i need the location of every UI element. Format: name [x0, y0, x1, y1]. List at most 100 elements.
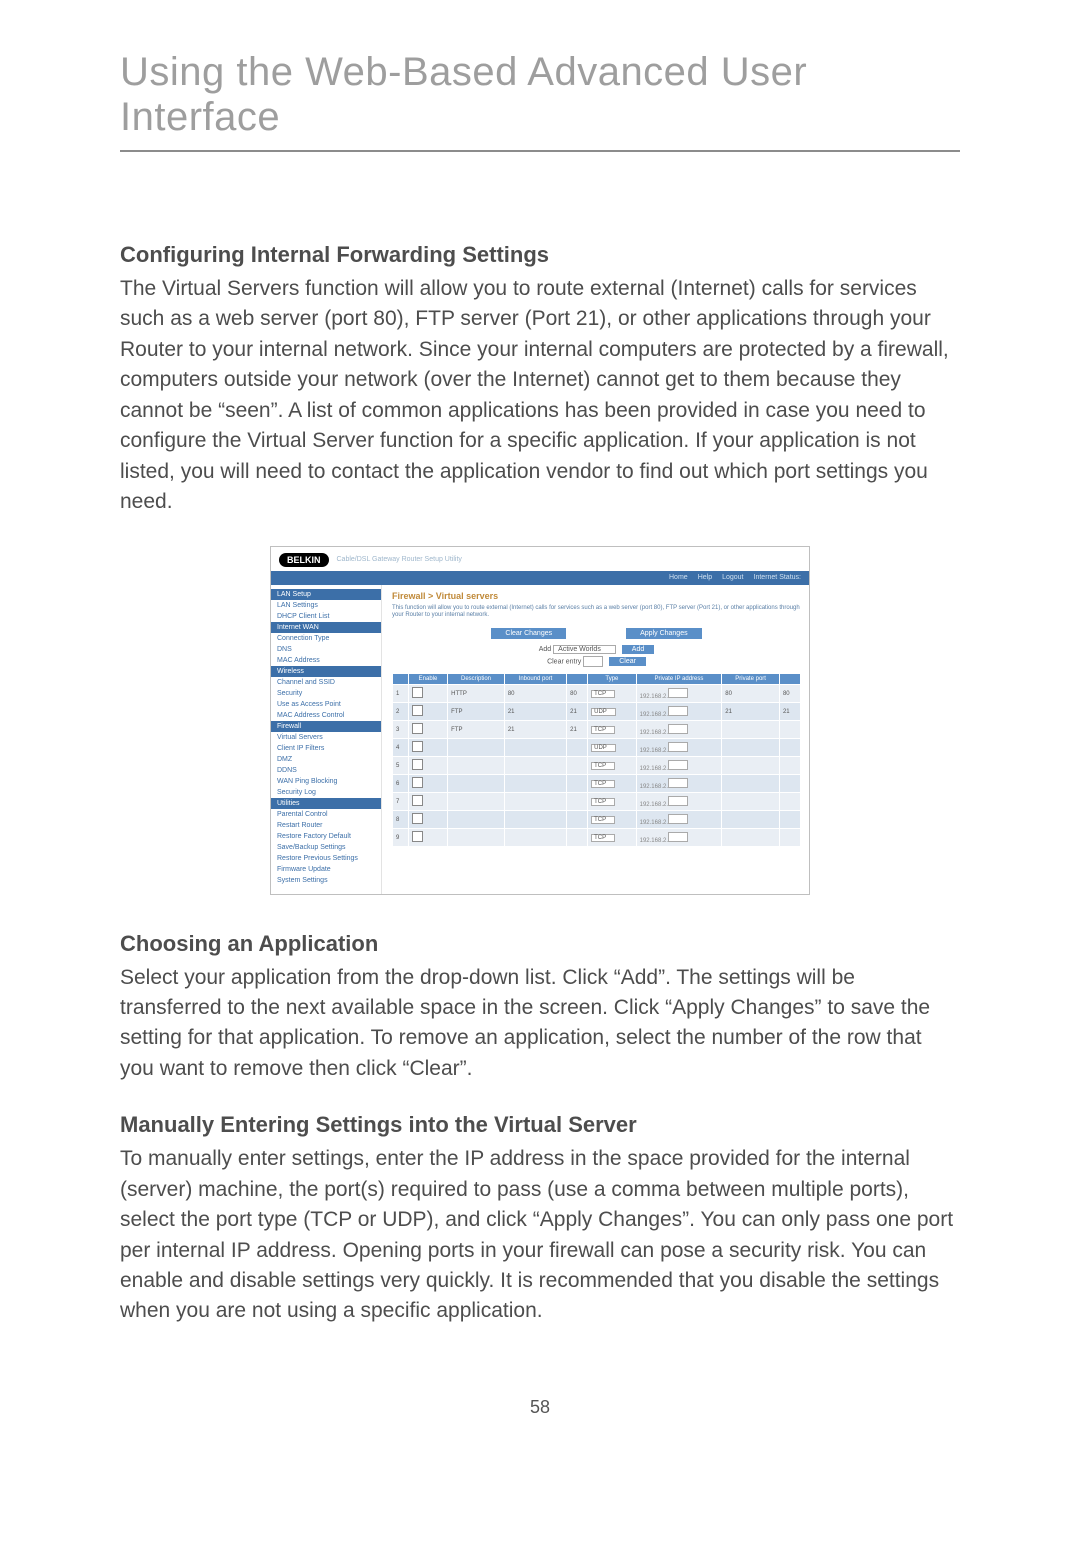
clear-entry-input[interactable] [583, 656, 603, 667]
inbound-port-1[interactable]: 21 [504, 721, 566, 739]
inbound-port-1[interactable] [504, 739, 566, 757]
enable-checkbox[interactable] [412, 759, 423, 770]
enable-checkbox[interactable] [412, 813, 423, 824]
description-cell[interactable] [448, 793, 505, 811]
sidebar-item[interactable]: LAN Settings [271, 600, 381, 611]
type-dropdown[interactable]: TCP [591, 834, 615, 842]
description-cell[interactable] [448, 829, 505, 847]
ip-input[interactable] [668, 724, 688, 734]
private-port-1[interactable] [722, 811, 780, 829]
inbound-port-1[interactable]: 80 [504, 685, 566, 703]
sidebar-item[interactable]: Save/Backup Settings [271, 842, 381, 853]
private-port-2[interactable]: 21 [779, 703, 800, 721]
sidebar-item[interactable]: Client IP Filters [271, 743, 381, 754]
add-button[interactable]: Add [622, 645, 654, 654]
ip-input[interactable] [668, 832, 688, 842]
type-dropdown[interactable]: UDP [591, 744, 616, 752]
application-dropdown[interactable]: Active Worlds [553, 645, 616, 654]
sidebar-item[interactable]: Firmware Update [271, 864, 381, 875]
ip-input[interactable] [668, 760, 688, 770]
enable-checkbox[interactable] [412, 741, 423, 752]
inbound-port-1[interactable] [504, 829, 566, 847]
enable-checkbox[interactable] [412, 687, 423, 698]
enable-checkbox[interactable] [412, 723, 423, 734]
ip-input[interactable] [668, 706, 688, 716]
ip-input[interactable] [668, 742, 688, 752]
enable-checkbox[interactable] [412, 795, 423, 806]
inbound-port-2[interactable]: 80 [567, 685, 588, 703]
inbound-port-2[interactable] [567, 739, 588, 757]
enable-checkbox[interactable] [412, 831, 423, 842]
private-port-1[interactable] [722, 721, 780, 739]
topbar-logout[interactable]: Logout [722, 574, 743, 581]
ip-input[interactable] [668, 796, 688, 806]
description-cell[interactable] [448, 739, 505, 757]
description-cell[interactable] [448, 811, 505, 829]
description-cell[interactable] [448, 775, 505, 793]
sidebar-item[interactable]: Connection Type [271, 633, 381, 644]
type-dropdown[interactable]: TCP [591, 690, 615, 698]
ip-input[interactable] [668, 688, 688, 698]
sidebar-item[interactable]: MAC Address Control [271, 710, 381, 721]
inbound-port-2[interactable] [567, 757, 588, 775]
private-port-2[interactable] [779, 811, 800, 829]
inbound-port-2[interactable] [567, 811, 588, 829]
inbound-port-2[interactable] [567, 793, 588, 811]
private-port-1[interactable] [722, 775, 780, 793]
private-port-2[interactable] [779, 793, 800, 811]
sidebar-item[interactable]: Use as Access Point [271, 699, 381, 710]
sidebar-item[interactable]: WAN Ping Blocking [271, 776, 381, 787]
sidebar-item[interactable]: Security Log [271, 787, 381, 798]
inbound-port-2[interactable]: 21 [567, 703, 588, 721]
sidebar-item[interactable]: MAC Address [271, 655, 381, 666]
sidebar-item[interactable]: DMZ [271, 754, 381, 765]
description-cell[interactable]: HTTP [448, 685, 505, 703]
type-dropdown[interactable]: TCP [591, 798, 615, 806]
description-cell[interactable]: FTP [448, 703, 505, 721]
type-dropdown[interactable]: UDP [591, 708, 616, 716]
private-port-1[interactable] [722, 739, 780, 757]
inbound-port-2[interactable] [567, 775, 588, 793]
private-port-1[interactable]: 21 [722, 703, 780, 721]
sidebar-item[interactable]: DHCP Client List [271, 611, 381, 622]
inbound-port-1[interactable]: 21 [504, 703, 566, 721]
apply-changes-button[interactable]: Apply Changes [626, 628, 701, 639]
topbar-home[interactable]: Home [669, 574, 688, 581]
private-port-2[interactable]: 80 [779, 685, 800, 703]
enable-checkbox[interactable] [412, 777, 423, 788]
clear-button[interactable]: Clear [609, 657, 646, 666]
private-port-1[interactable] [722, 829, 780, 847]
type-dropdown[interactable]: TCP [591, 726, 615, 734]
sidebar-item[interactable]: Restart Router [271, 820, 381, 831]
clear-changes-button[interactable]: Clear Changes [491, 628, 566, 639]
inbound-port-1[interactable] [504, 757, 566, 775]
enable-checkbox[interactable] [412, 705, 423, 716]
private-port-2[interactable] [779, 775, 800, 793]
sidebar-item[interactable]: Channel and SSID [271, 677, 381, 688]
private-port-1[interactable] [722, 793, 780, 811]
private-port-1[interactable] [722, 757, 780, 775]
sidebar-item[interactable]: Virtual Servers [271, 732, 381, 743]
sidebar-item[interactable]: Parental Control [271, 809, 381, 820]
private-port-2[interactable] [779, 739, 800, 757]
description-cell[interactable] [448, 757, 505, 775]
inbound-port-1[interactable] [504, 793, 566, 811]
inbound-port-1[interactable] [504, 775, 566, 793]
sidebar-item[interactable]: DNS [271, 644, 381, 655]
type-dropdown[interactable]: TCP [591, 762, 615, 770]
sidebar-item[interactable]: Restore Previous Settings [271, 853, 381, 864]
sidebar-item[interactable]: Security [271, 688, 381, 699]
sidebar-item[interactable]: Restore Factory Default [271, 831, 381, 842]
type-dropdown[interactable]: TCP [591, 780, 615, 788]
sidebar-item[interactable]: DDNS [271, 765, 381, 776]
private-port-2[interactable] [779, 757, 800, 775]
sidebar-item[interactable]: System Settings [271, 875, 381, 886]
inbound-port-2[interactable]: 21 [567, 721, 588, 739]
private-port-2[interactable] [779, 829, 800, 847]
ip-input[interactable] [668, 814, 688, 824]
topbar-help[interactable]: Help [698, 574, 712, 581]
inbound-port-1[interactable] [504, 811, 566, 829]
private-port-1[interactable]: 80 [722, 685, 780, 703]
type-dropdown[interactable]: TCP [591, 816, 615, 824]
private-port-2[interactable] [779, 721, 800, 739]
